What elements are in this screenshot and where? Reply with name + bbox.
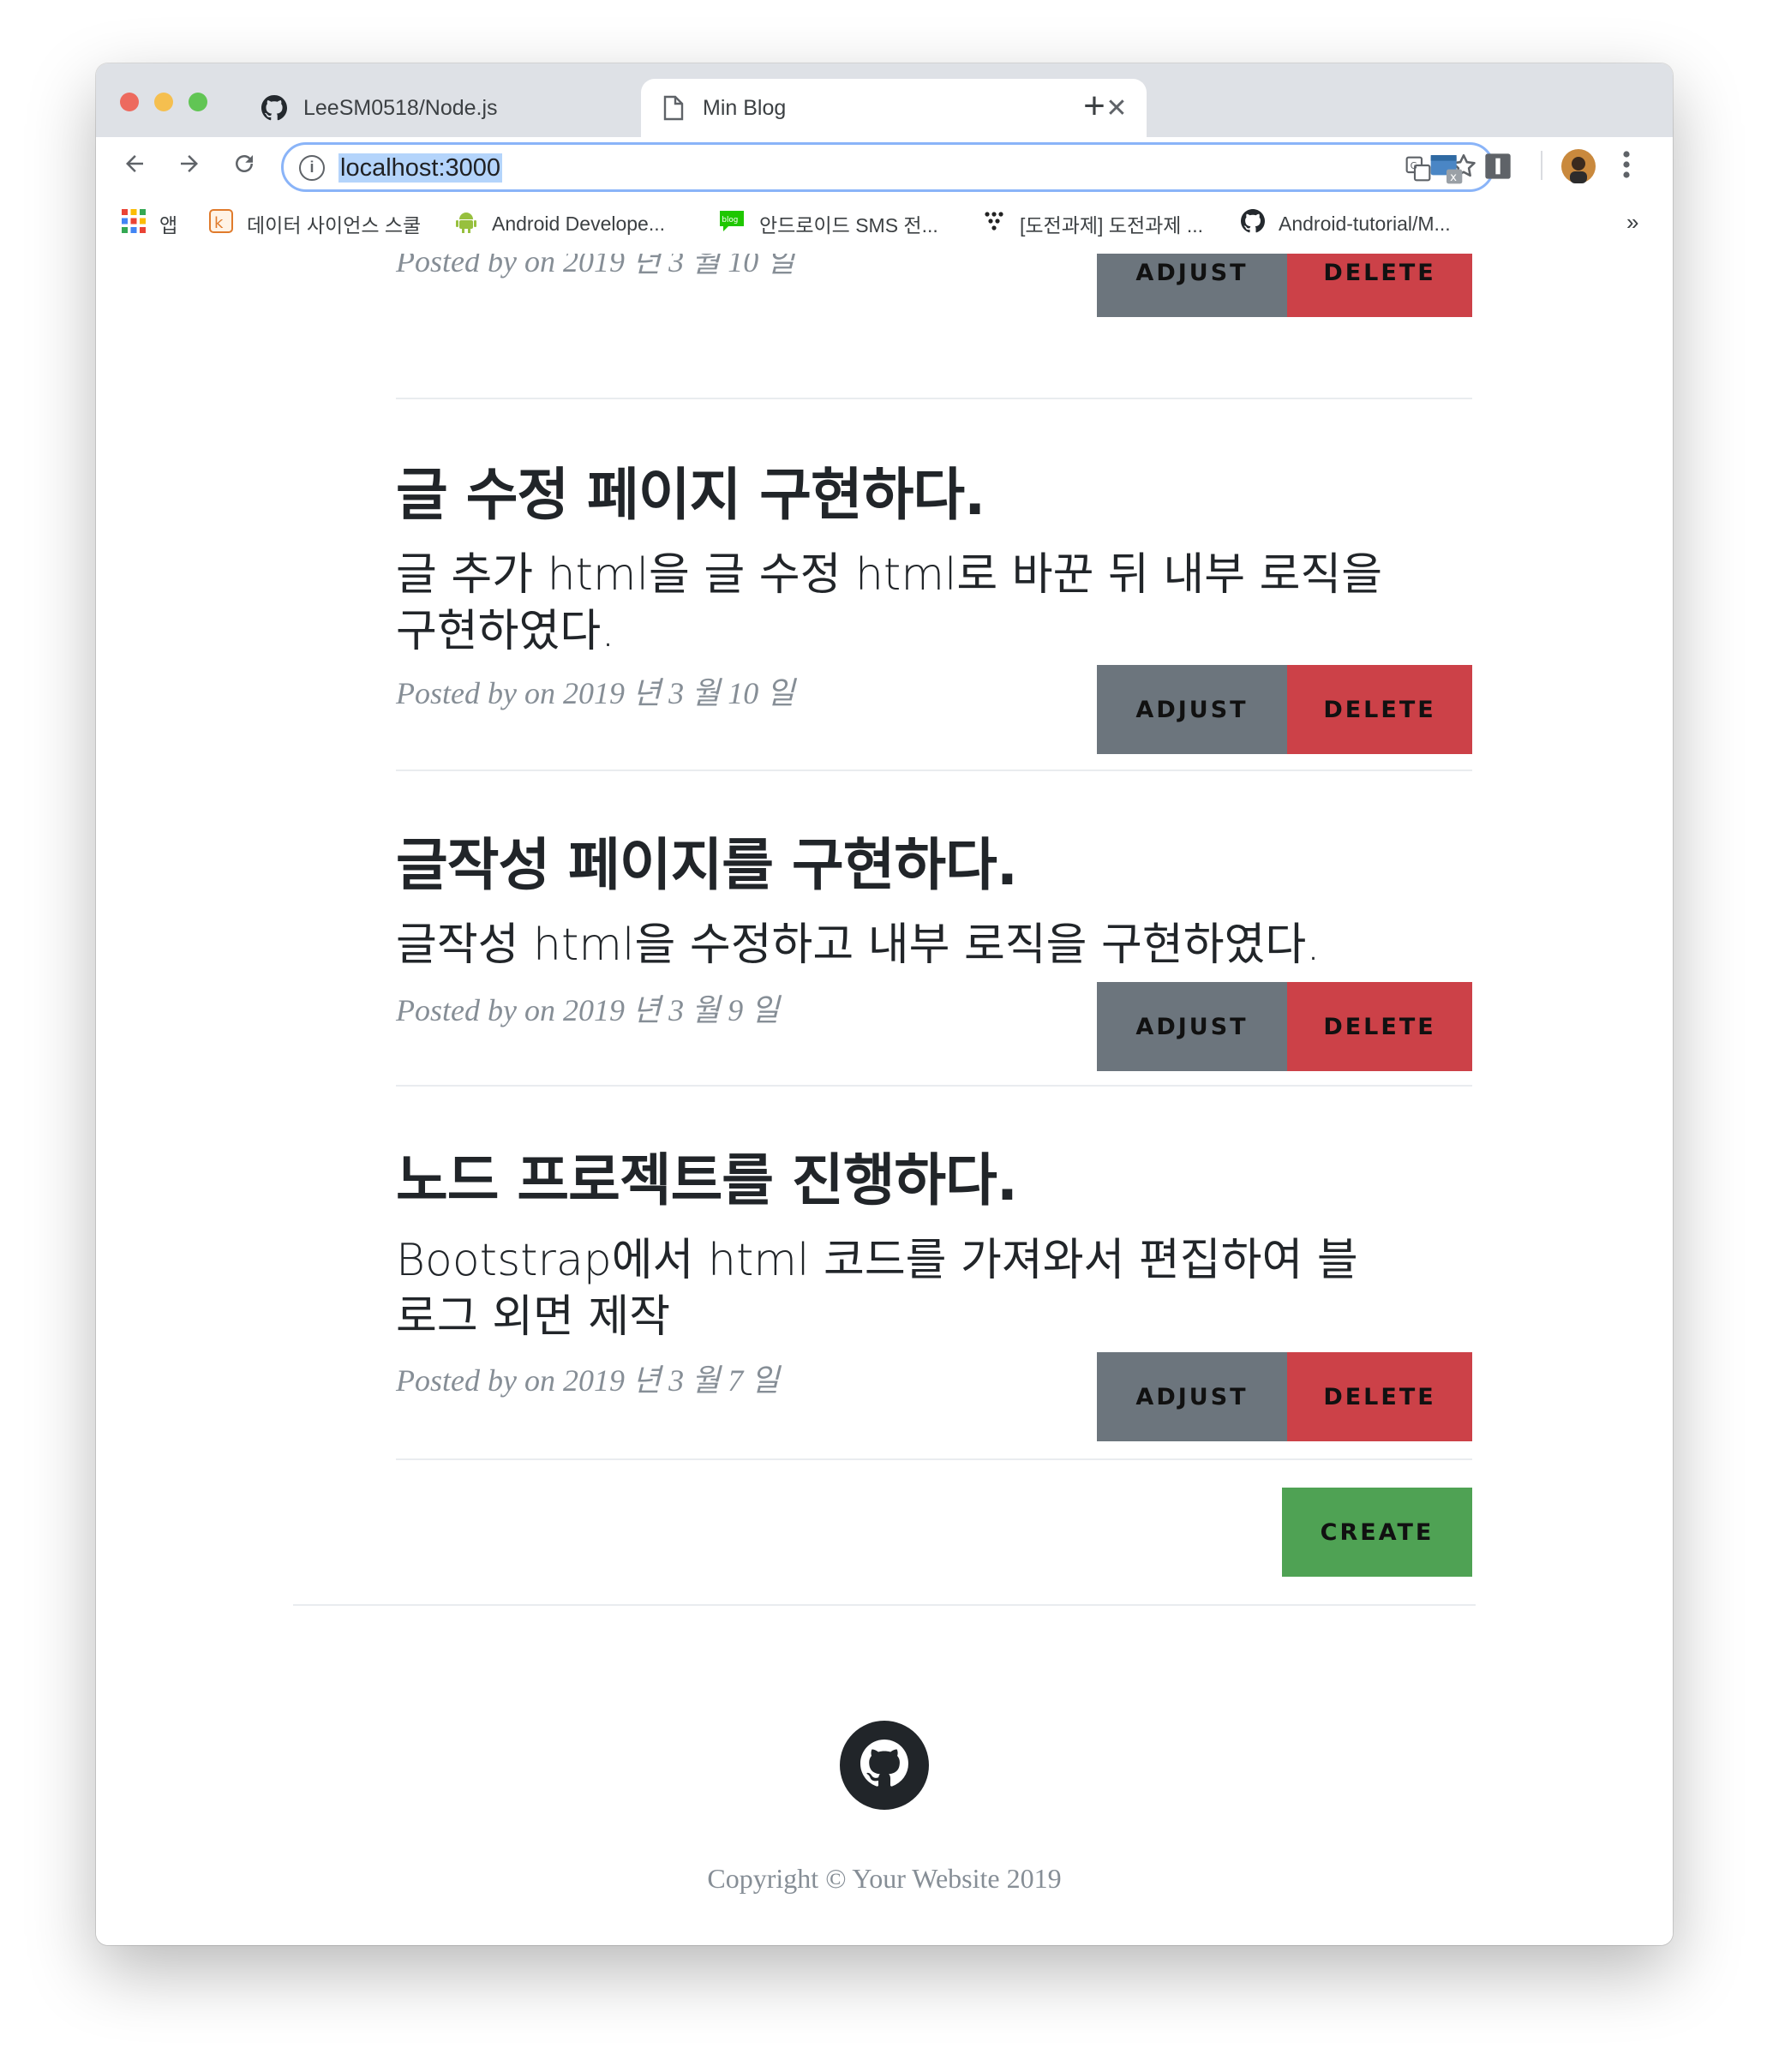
- post-preview: 글 수정 페이지 구현하다. 글 추가 html을 글 수정 html로 바꾼 …: [396, 449, 1472, 792]
- datascience-icon: k: [209, 209, 233, 238]
- toolbar-separator: [1541, 151, 1542, 180]
- bookmark-datascience[interactable]: k 데이터 사이언스 스쿨: [209, 209, 421, 238]
- apps-grid-icon: [122, 209, 146, 238]
- bookmark-challenge[interactable]: [도전과제] 도전과제 ...: [982, 209, 1203, 238]
- post-divider: [396, 398, 1472, 399]
- post-meta: Posted by on 2019 년 3 월 7 일: [396, 1363, 780, 1398]
- post-preview: Posted by on 2019 년 3 월 10 일 ADJUST DELE…: [396, 254, 1472, 317]
- delete-button[interactable]: DELETE: [1287, 1352, 1472, 1441]
- tab-strip: LeeSM0518/Node.js ✕ Min Blog ✕ +: [96, 63, 1673, 137]
- post-preview: 노드 프로젝트를 진행하다. Bootstrap에서 html 코드를 가져와서…: [396, 1135, 1472, 1477]
- tab-label: LeeSM0518/Node.js: [303, 95, 498, 120]
- adjust-button[interactable]: ADJUST: [1097, 982, 1287, 1071]
- svg-text:x: x: [1450, 171, 1457, 184]
- footer-divider: [293, 1604, 1476, 1606]
- bookmark-apps[interactable]: 앱: [122, 209, 177, 238]
- bookmark-label: 안드로이드 SMS 전...: [759, 214, 938, 237]
- bookmark-label: Android Develope...: [492, 212, 666, 235]
- blog-icon: blog: [718, 209, 746, 238]
- post-divider: [396, 770, 1472, 771]
- post-meta: Posted by on 2019 년 3 월 9 일: [396, 993, 780, 1027]
- bookmark-android-tutorial[interactable]: Android-tutorial/M...: [1241, 209, 1451, 238]
- tab-min-blog[interactable]: Min Blog ✕: [641, 79, 1147, 137]
- extension-window-icon[interactable]: x: [1429, 151, 1464, 189]
- post-preview: 글작성 페이지를 구현하다. 글작성 html을 수정하고 내부 로직을 구현하…: [396, 819, 1472, 1111]
- github-icon: [1241, 209, 1265, 238]
- bookmark-android-sms[interactable]: blog 안드로이드 SMS 전...: [718, 209, 938, 238]
- kebab-menu-icon[interactable]: [1621, 149, 1632, 184]
- adjust-button[interactable]: ADJUST: [1097, 1352, 1287, 1441]
- more-bookmarks-button[interactable]: »: [1626, 209, 1638, 236]
- bookmark-label: [도전과제] 도전과제 ...: [1020, 214, 1204, 237]
- github-icon: [261, 94, 288, 122]
- delete-button[interactable]: DELETE: [1287, 665, 1472, 754]
- post-subtitle[interactable]: 글작성 html을 수정하고 내부 로직을 구현하였다.: [396, 917, 1424, 973]
- adjust-button[interactable]: ADJUST: [1097, 254, 1287, 317]
- extension-instapaper-icon[interactable]: [1484, 153, 1512, 184]
- back-button[interactable]: [113, 146, 156, 189]
- page-content: Posted by on 2019 년 3 월 10 일 ADJUST DELE…: [96, 254, 1673, 1945]
- address-bar[interactable]: i localhost:3000 G: [281, 142, 1494, 192]
- post-meta: Posted by on 2019 년 3 월 10 일: [396, 254, 795, 278]
- delete-button[interactable]: DELETE: [1287, 254, 1472, 317]
- svg-text:k: k: [214, 214, 224, 232]
- bookmark-label: 앱: [159, 214, 178, 237]
- maximize-window-button[interactable]: [189, 93, 207, 111]
- post-title[interactable]: 글 수정 페이지 구현하다.: [396, 449, 1373, 531]
- post-divider: [396, 1085, 1472, 1087]
- bookmarks-bar: 앱 k 데이터 사이언스 스쿨 Android Develope... blog…: [96, 197, 1673, 255]
- post-title[interactable]: 노드 프로젝트를 진행하다.: [396, 1135, 1373, 1217]
- forward-button[interactable]: [168, 146, 211, 189]
- desktop-background: LeeSM0518/Node.js ✕ Min Blog ✕ + i local…: [0, 0, 1767, 2072]
- reload-button[interactable]: [223, 146, 266, 189]
- reload-icon: [236, 155, 253, 172]
- minimize-window-button[interactable]: [154, 93, 173, 111]
- avatar[interactable]: [1561, 149, 1596, 188]
- dots-icon: [982, 209, 1006, 238]
- tab-label: Min Blog: [703, 95, 787, 120]
- delete-button[interactable]: DELETE: [1287, 982, 1472, 1071]
- post-subtitle[interactable]: Bootstrap에서 html 코드를 가져와서 편집하여 블로그 외면 제작: [396, 1232, 1390, 1345]
- svg-text:blog: blog: [722, 216, 738, 225]
- bookmark-android-developers[interactable]: Android Develope...: [454, 209, 665, 238]
- browser-window: LeeSM0518/Node.js ✕ Min Blog ✕ + i local…: [96, 63, 1673, 1945]
- url-text[interactable]: localhost:3000: [338, 153, 503, 183]
- github-link[interactable]: [840, 1721, 929, 1810]
- post-subtitle[interactable]: 글 추가 html을 글 수정 html로 바꾼 뒤 내부 로직을 구현하였다.: [396, 547, 1390, 660]
- create-button[interactable]: CREATE: [1282, 1488, 1472, 1577]
- post-title[interactable]: 글작성 페이지를 구현하다.: [396, 819, 1373, 901]
- android-icon: [454, 209, 478, 238]
- svg-text:G: G: [1411, 160, 1417, 171]
- translate-icon[interactable]: G: [1405, 155, 1432, 189]
- post-divider: [396, 1458, 1472, 1460]
- bookmark-label: 데이터 사이언스 스쿨: [247, 214, 422, 237]
- info-icon[interactable]: i: [299, 155, 325, 181]
- copyright-text: Copyright © Your Website 2019: [707, 1863, 1062, 1894]
- page-icon: [660, 94, 687, 122]
- adjust-button[interactable]: ADJUST: [1097, 665, 1287, 754]
- browser-toolbar: i localhost:3000 G x: [96, 137, 1673, 197]
- github-icon: [860, 1739, 908, 1792]
- arrow-right-icon: [181, 155, 198, 172]
- close-window-button[interactable]: [120, 93, 139, 111]
- new-tab-button[interactable]: +: [1073, 86, 1116, 129]
- bookmark-label: Android-tutorial/M...: [1279, 212, 1451, 235]
- post-meta: Posted by on 2019 년 3 월 10 일: [396, 676, 795, 710]
- arrow-left-icon: [126, 155, 143, 172]
